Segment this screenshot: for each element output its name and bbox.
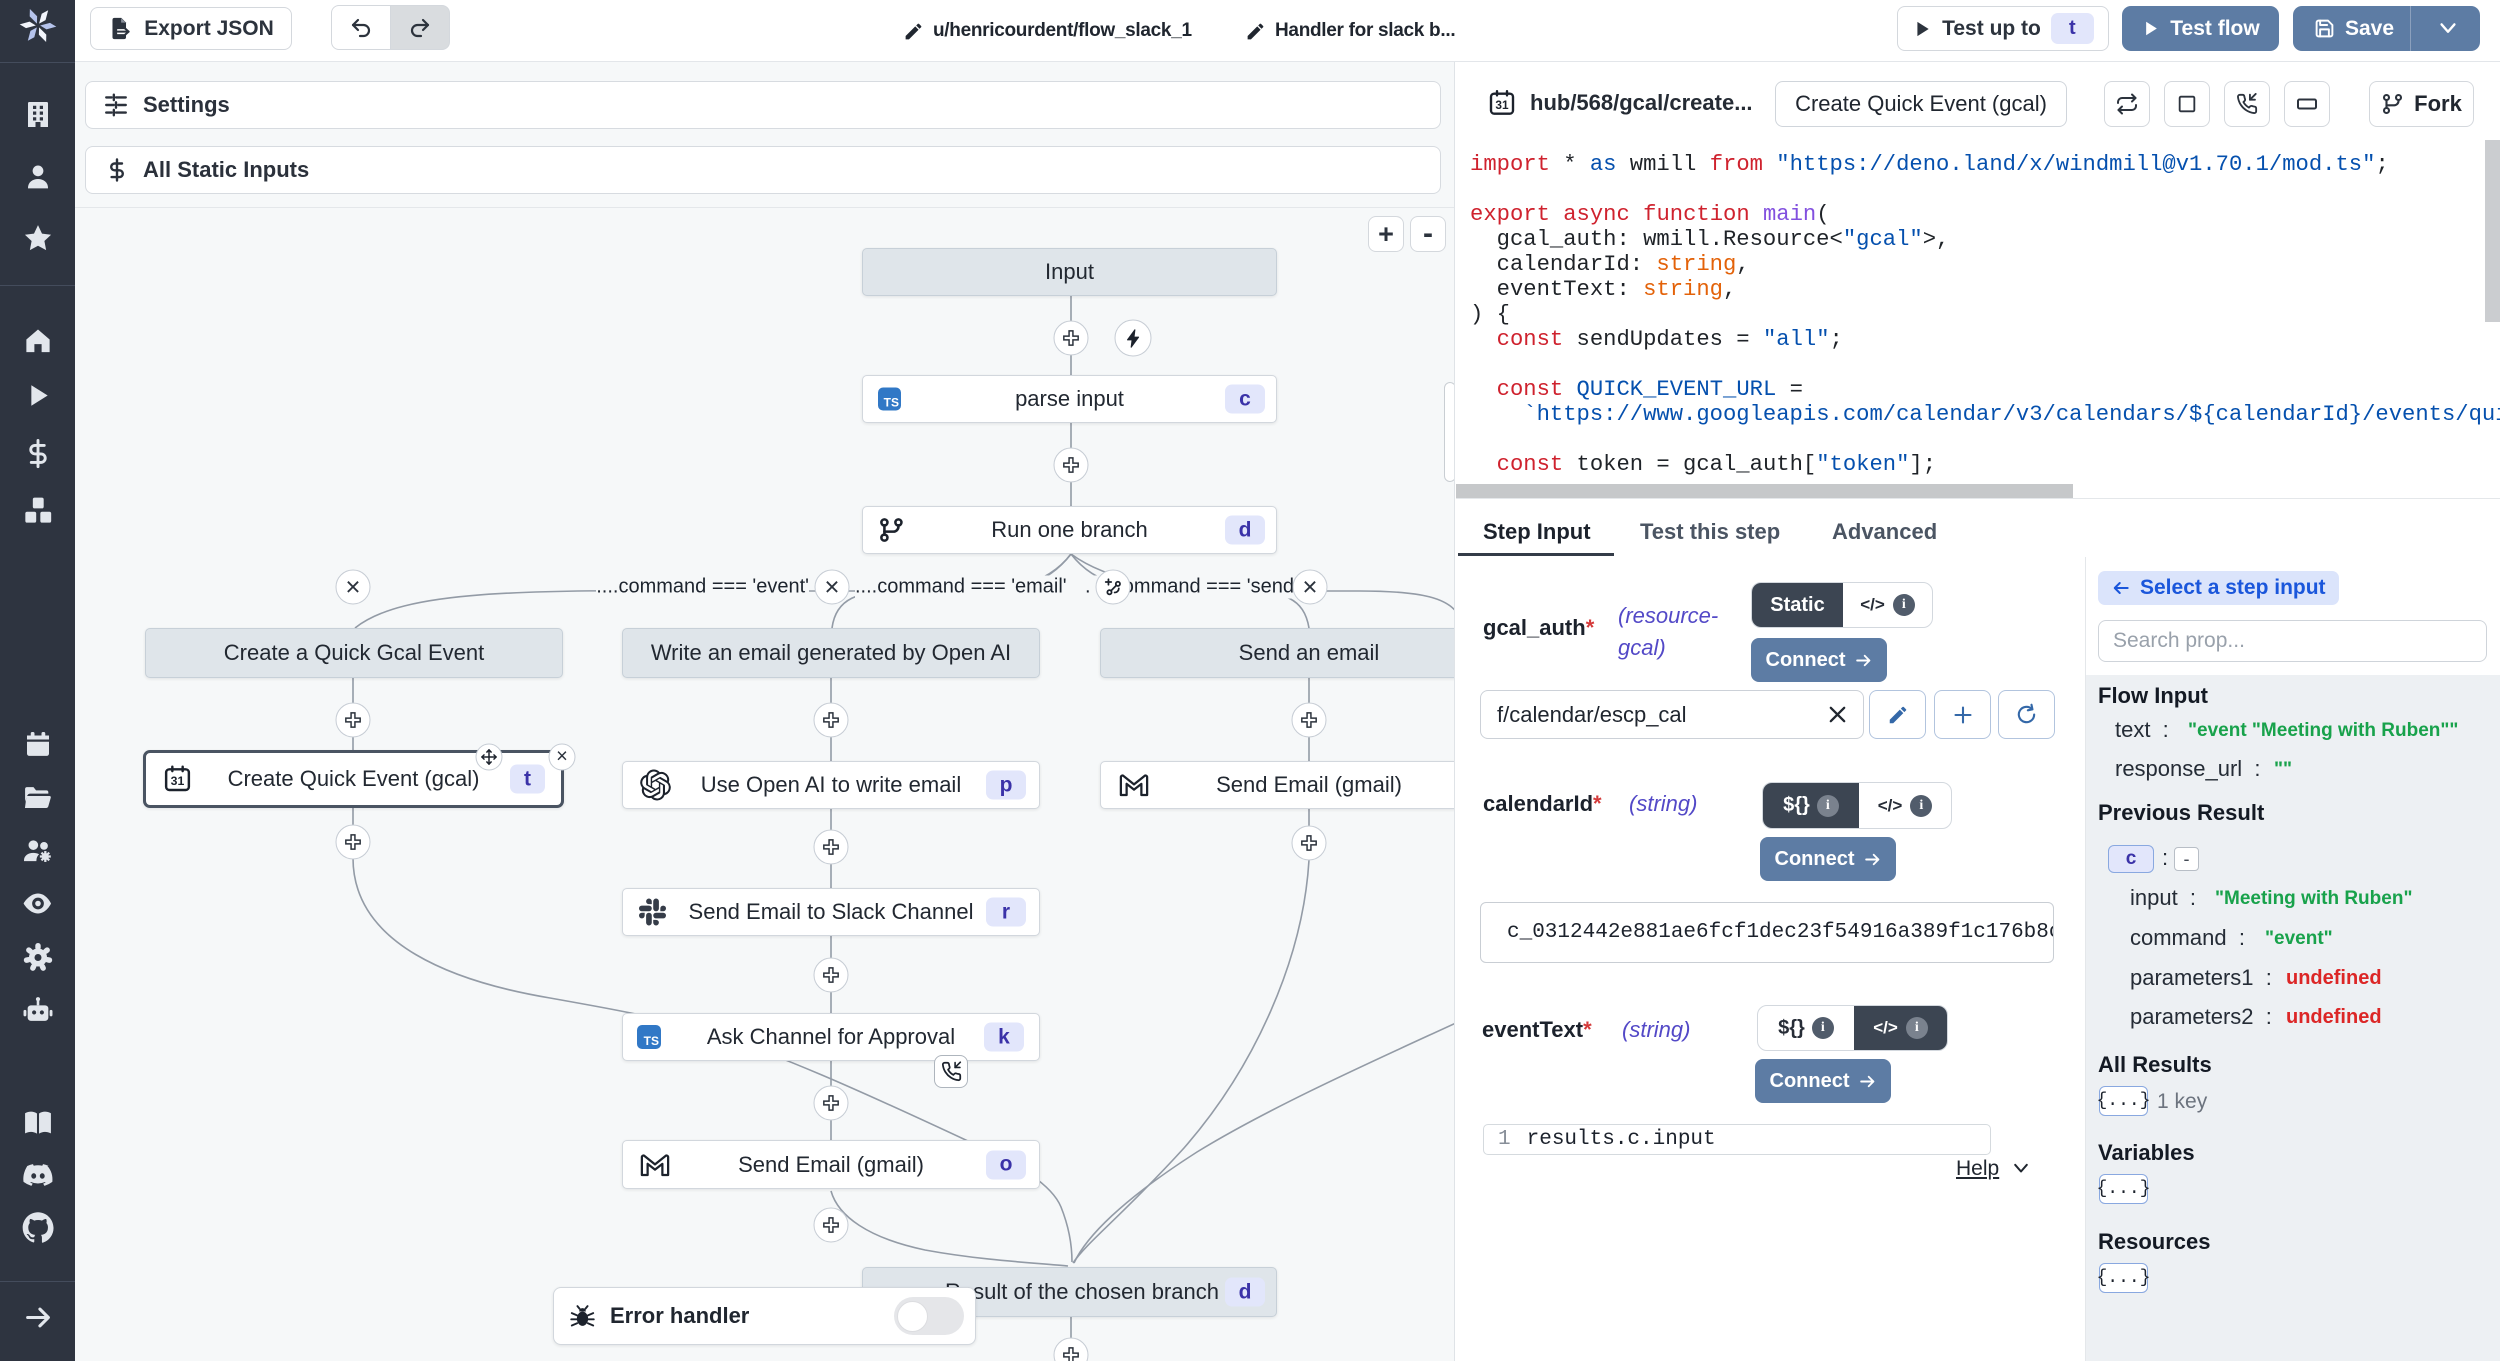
svg-text:31: 31 xyxy=(1495,98,1509,112)
